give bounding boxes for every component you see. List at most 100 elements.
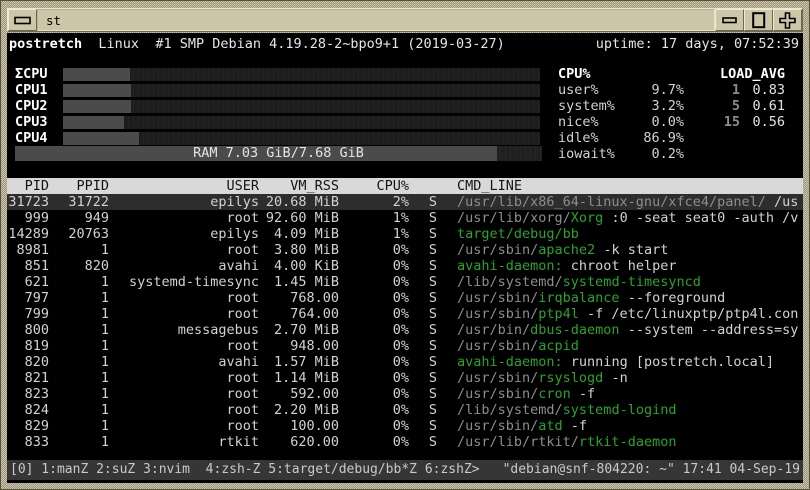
cmdline-segment: systemd-logind bbox=[562, 402, 677, 418]
process-row[interactable]: 829 1 root 100.00 KiB 0% S/usr/sbin/atd -f bbox=[7, 418, 803, 434]
cell-ppid: 1 bbox=[100, 242, 109, 258]
ram-label: RAM 7.03 GiB/7.68 GiB bbox=[193, 145, 364, 161]
process-row[interactable]: 31723 31722 epilys 20.68 MiB 2% S/usr/lib/x86… bbox=[7, 194, 803, 210]
process-row[interactable]: 851 820 avahi 4.00 KiB 0% Savahi-daemon: chro… bbox=[7, 258, 803, 274]
process-row[interactable]: 797 1 root 768.00 KiB 0% S/usr/sbin/irqbalanc… bbox=[7, 290, 803, 306]
process-row[interactable]: 821 1 root 1.14 MiB 0% S/usr/sbin/rsyslogd -n bbox=[7, 370, 803, 386]
cmdline-segment: --foreground bbox=[619, 290, 726, 306]
maximize-button[interactable] bbox=[744, 9, 773, 31]
cmdline-segment: rsyslogd bbox=[538, 370, 604, 386]
process-row[interactable]: 833 1 rtkit 620.00 KiB 0% S/usr/lib/rtkit/rtk… bbox=[7, 434, 803, 450]
cell-pid: 14289 bbox=[8, 226, 49, 242]
cmdline-segment: /usr/sbin/ bbox=[457, 370, 539, 386]
minimize-icon bbox=[721, 16, 738, 24]
process-row[interactable]: 799 1 root 764.00 KiB 0% S/usr/sbin/ptp4l -f … bbox=[7, 306, 803, 322]
cell-cmdline: /usr/sbin/atd -f bbox=[457, 418, 803, 434]
cmdline-segment: :0 -seat seat0 -auth /v bbox=[603, 210, 799, 226]
process-row[interactable]: 8981 1 root 3.80 MiB 0% S/usr/sbin/apache2 -k… bbox=[7, 242, 803, 258]
cell-state: S bbox=[428, 274, 438, 290]
kernel-info: Linux #1 SMP Debian 4.19.28-2~bpo9+1 (20… bbox=[98, 36, 505, 52]
cpu-stat-label: user% bbox=[558, 82, 599, 98]
cpu-stat-value: 0.0% bbox=[651, 114, 684, 130]
process-row[interactable]: 14289 20763 epilys 4.09 MiB 1% Starget/debug/… bbox=[7, 226, 803, 242]
load-avg-row: 15 0.56 bbox=[707, 114, 787, 130]
cell-user: epilys bbox=[210, 194, 259, 210]
process-row[interactable]: 819 1 root 948.00 KiB 0% S/usr/sbin/acpid bbox=[7, 338, 803, 354]
cell-vmrss: 948.00 KiB bbox=[290, 338, 339, 354]
cpu-bar-row: CPU4 bbox=[15, 130, 540, 146]
cpu-bar-label: CPU1 bbox=[15, 82, 48, 98]
cell-cmdline: avahi-daemon: running [postretch.local] bbox=[457, 354, 803, 370]
cell-ppid: 1 bbox=[100, 370, 109, 386]
cell-vmrss: 592.00 KiB bbox=[290, 386, 339, 402]
cell-vmrss: 1.57 MiB bbox=[273, 354, 339, 370]
cell-vmrss: 768.00 KiB bbox=[290, 290, 339, 306]
cell-cmdline: /usr/sbin/rsyslogd -n bbox=[457, 370, 803, 386]
cell-state: S bbox=[428, 306, 438, 322]
cpu-stat-value: 3.2% bbox=[651, 98, 684, 114]
cmdline-segment: acpid bbox=[538, 338, 579, 354]
process-row[interactable]: 823 1 root 592.00 KiB 0% S/usr/sbin/cron -f bbox=[7, 386, 803, 402]
cmdline-segment: /us bbox=[765, 194, 799, 210]
cell-user: root bbox=[226, 242, 259, 258]
window-title: st bbox=[37, 9, 715, 31]
minimize-button[interactable] bbox=[715, 9, 744, 31]
cpu-bar-fill bbox=[63, 67, 130, 81]
maximize-icon bbox=[751, 11, 766, 29]
close-button[interactable] bbox=[773, 9, 802, 31]
cell-ppid: 1 bbox=[100, 354, 109, 370]
cell-state: S bbox=[428, 242, 438, 258]
cell-cpu: 0% bbox=[392, 370, 409, 386]
process-table-header: PID PPID USER VM_RSS CPU% CMD_LINE bbox=[7, 178, 803, 194]
cell-state: S bbox=[428, 386, 438, 402]
cmdline-segment: irqbalance bbox=[538, 290, 620, 306]
process-row[interactable]: 999 949 root 92.60 MiB 1% S/usr/lib/xorg/Xorg… bbox=[7, 210, 803, 226]
cell-pid: 851 bbox=[24, 258, 49, 274]
cmdline-segment: /usr/sbin/ bbox=[457, 418, 539, 434]
cell-vmrss: 4.09 MiB bbox=[273, 226, 339, 242]
cpu-bar-label: CPU2 bbox=[15, 98, 48, 114]
cmdline-segment: /usr/sbin/ bbox=[457, 338, 539, 354]
cell-cmdline: target/debug/bb bbox=[457, 226, 803, 242]
cpu-stat-row: iowait% 0.2% bbox=[558, 146, 684, 162]
cpu-bar-fill bbox=[63, 115, 125, 129]
cpu-stat-row: idle% 86.9% bbox=[558, 130, 684, 146]
cell-user: root bbox=[226, 402, 259, 418]
cell-vmrss: 2.20 MiB bbox=[273, 402, 339, 418]
cell-cpu: 0% bbox=[392, 402, 409, 418]
cell-state: S bbox=[428, 402, 438, 418]
cmdline-segment: --system --address=sy bbox=[619, 322, 799, 338]
cell-cmdline: /lib/systemd/systemd-timesyncd bbox=[457, 274, 803, 290]
cell-ppid: 1 bbox=[100, 322, 109, 338]
cpu-bars: ΣCPU CPU1 CPU2 CPU3 CPU4 bbox=[15, 66, 540, 146]
cell-pid: 823 bbox=[24, 386, 49, 402]
cell-state: S bbox=[428, 258, 438, 274]
cell-cpu: 0% bbox=[392, 322, 409, 338]
cmdline-segment: systemd-timesyncd bbox=[562, 274, 701, 290]
tmux-window-list[interactable]: [0] 1:manZ 2:suZ 3:nvim 4:zsh-Z 5:target… bbox=[10, 462, 480, 478]
cpu-stats-title: CPU% bbox=[558, 66, 591, 82]
cell-user: messagebus bbox=[177, 322, 259, 338]
process-row[interactable]: 824 1 root 2.20 MiB 0% S/lib/systemd/systemd-… bbox=[7, 402, 803, 418]
cell-cpu: 2% bbox=[392, 194, 409, 210]
cell-ppid: 820 bbox=[84, 258, 109, 274]
cmdline-segment: -f bbox=[562, 418, 588, 434]
cpu-stat-row: user% 9.7% bbox=[558, 82, 684, 98]
cpu-bar-track bbox=[63, 131, 540, 145]
window-menu-button[interactable] bbox=[8, 9, 37, 31]
cmdline-segment: /usr/sbin/ bbox=[457, 386, 539, 402]
process-row[interactable]: 820 1 avahi 1.57 MiB 0% Savahi-daemon: runnin… bbox=[7, 354, 803, 370]
cmdline-segment: target/debug/bb bbox=[457, 226, 579, 242]
cpu-bar-label: CPU4 bbox=[15, 130, 48, 146]
cpu-bar-row: CPU1 bbox=[15, 82, 540, 98]
cpu-stat-label: nice% bbox=[558, 114, 599, 130]
cell-state: S bbox=[428, 434, 438, 450]
process-row[interactable]: 621 1 systemd-timesync 1.45 MiB 0% S/lib/syst… bbox=[7, 274, 803, 290]
process-row[interactable]: 800 1 messagebus 2.70 MiB 0% S/usr/bin/dbus-d… bbox=[7, 322, 803, 338]
cmdline-segment: /usr/bin/ bbox=[457, 322, 531, 338]
cell-cmdline: avahi-daemon: chroot helper bbox=[457, 258, 803, 274]
titlebar[interactable]: st bbox=[7, 8, 803, 32]
load-avg-period: 15 bbox=[723, 114, 740, 130]
tmux-status-bar[interactable]: [0] 1:manZ 2:suZ 3:nvim 4:zsh-Z 5:target… bbox=[7, 460, 803, 480]
terminal[interactable]: postretch Linux #1 SMP Debian 4.19.28-2~… bbox=[7, 33, 803, 483]
